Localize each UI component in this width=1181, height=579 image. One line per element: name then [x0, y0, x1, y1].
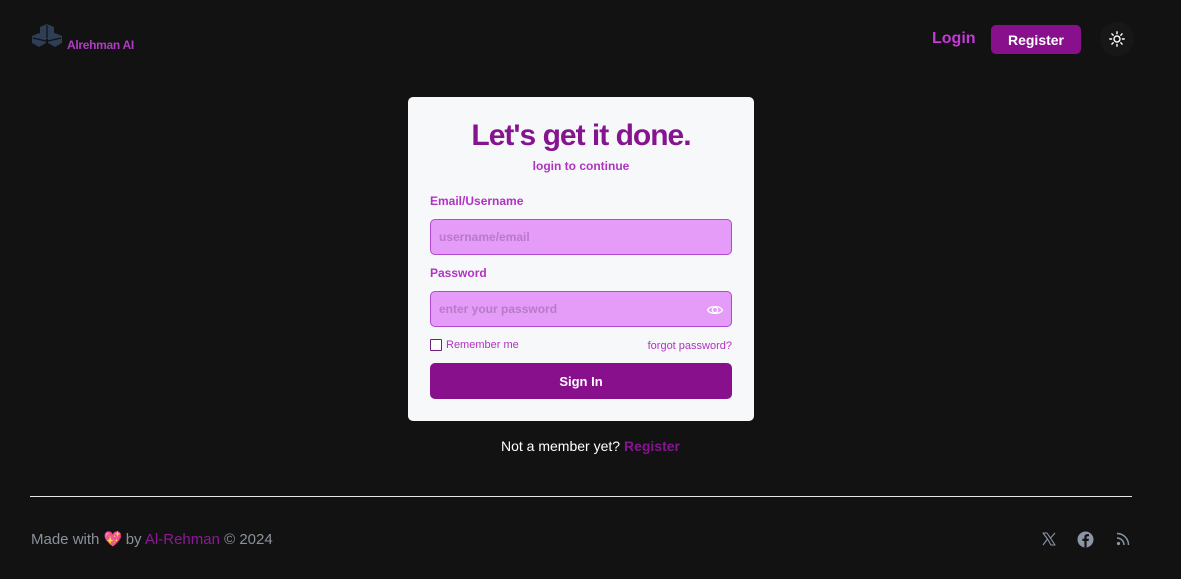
remember-label[interactable]: Remember me: [446, 339, 519, 351]
theme-toggle-button[interactable]: [1100, 22, 1134, 56]
register-link[interactable]: Register: [624, 438, 680, 454]
page-title: Let's get it done.: [471, 119, 691, 152]
sun-icon: [1109, 31, 1125, 47]
copyright-text: © 2024: [224, 531, 273, 548]
register-prompt-text: Not a member yet?: [501, 438, 621, 454]
register-prompt: Not a member yet? Register: [0, 438, 1181, 454]
rss-icon[interactable]: [1114, 530, 1132, 548]
remember-me: Remember me: [430, 339, 519, 351]
by-text: by: [125, 531, 142, 548]
brand-logo[interactable]: Alrehman AI: [30, 24, 134, 54]
heart-icon: 💖: [103, 531, 123, 548]
x-icon[interactable]: [1040, 530, 1058, 548]
remember-checkbox[interactable]: [430, 339, 442, 351]
page-subtitle: login to continue: [532, 159, 630, 173]
author-link[interactable]: Al-Rehman: [145, 531, 220, 548]
footer-divider: [30, 496, 1132, 497]
email-label: Email/Username: [430, 194, 524, 208]
password-field[interactable]: [430, 291, 732, 327]
facebook-icon[interactable]: [1076, 530, 1094, 548]
password-label: Password: [430, 266, 487, 280]
sign-in-button[interactable]: Sign In: [430, 363, 732, 399]
forgot-password-link[interactable]: forgot password?: [648, 340, 732, 352]
email-field[interactable]: [430, 219, 732, 255]
nav-register-button[interactable]: Register: [991, 25, 1081, 54]
login-card: Let's get it done. login to continue Ema…: [408, 97, 754, 421]
page: Alrehman AI Login Register Let's get it …: [0, 0, 1181, 579]
nav-login-link[interactable]: Login: [932, 30, 976, 48]
brand-name: Alrehman AI: [67, 38, 134, 52]
footer-credit: Made with 💖 by Al-Rehman © 2024: [31, 530, 273, 548]
eye-icon[interactable]: [706, 301, 724, 319]
made-with-text: Made with: [31, 531, 100, 548]
logo-icon: [32, 24, 62, 47]
